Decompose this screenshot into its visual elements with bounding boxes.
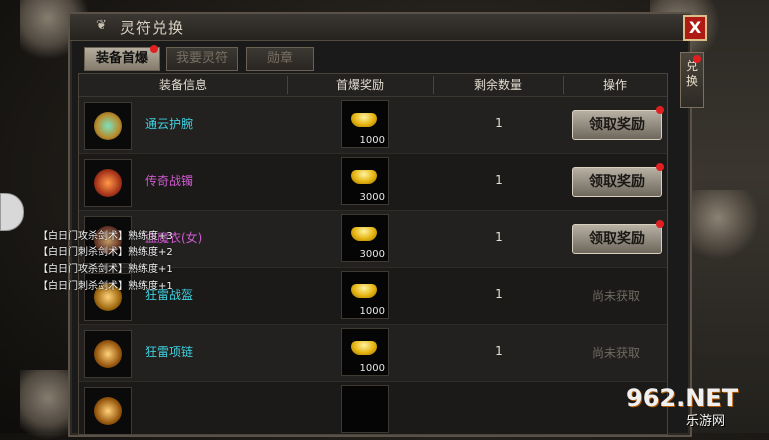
header-first-drop-reward: 首爆奖励 <box>335 78 384 92</box>
reward-amount: 3000 <box>359 249 385 260</box>
left-side-avatar-icon[interactable] <box>0 193 24 231</box>
claim-reward-button[interactable]: 领取奖励 <box>572 110 662 140</box>
site-watermark: 962.NET 乐游网 <box>626 382 766 430</box>
skill-log-line: 【白日门刺杀剑术】熟练度+2 <box>38 247 173 258</box>
bracelet-icon <box>84 159 132 207</box>
side-tab-notification-dot <box>693 55 701 63</box>
gold-ingot-icon <box>351 170 377 184</box>
tab-equip-first-drop[interactable]: 装备首爆 <box>84 47 160 71</box>
claim-notification-dot <box>656 163 664 171</box>
panel-titlebar: ❦ 灵符兑换 <box>70 14 690 41</box>
panel-title: 灵符兑换 <box>120 19 185 37</box>
remaining-count: 1 <box>495 116 503 130</box>
gold-ingot-reward: 1000 <box>341 328 389 376</box>
necklace-icon <box>84 330 132 378</box>
title-ornament-icon: ❦ <box>96 18 107 33</box>
reward-amount: 1000 <box>359 363 385 374</box>
remaining-count: 1 <box>495 173 503 187</box>
header-remaining: 剩余数量 <box>473 78 522 92</box>
table-row: 通云护腕 1000 1 领取奖励 <box>79 97 667 154</box>
gold-ingot-reward: 3000 <box>341 214 389 262</box>
gold-ingot-icon <box>351 113 377 127</box>
remaining-count: 1 <box>495 287 503 301</box>
header-action: 操作 <box>602 78 627 92</box>
watermark-subtitle: 乐游网 <box>686 414 726 429</box>
gold-ingot-icon <box>351 227 377 241</box>
remaining-count: 1 <box>495 230 503 244</box>
reward-amount: 1000 <box>359 135 385 146</box>
header-equip-info: 装备信息 <box>158 78 207 92</box>
tab-get-talisman[interactable]: 我要灵符 <box>166 47 238 71</box>
gold-ingot-reward: 3000 <box>341 157 389 205</box>
gold-ingot-reward: 1000 <box>341 100 389 148</box>
table-row <box>79 382 667 434</box>
reward-amount: 3000 <box>359 192 385 203</box>
reward-amount: 1000 <box>359 306 385 317</box>
watermark-logo: 962.NET <box>626 384 739 412</box>
item-icon <box>84 387 132 434</box>
bracer-icon <box>84 102 132 150</box>
gold-ingot-reward: 1000 <box>341 271 389 319</box>
status-not-obtained: 尚未获取 <box>591 289 640 303</box>
gold-ingot-icon <box>351 341 377 355</box>
claim-notification-dot <box>656 220 664 228</box>
table-row: 传奇战镯 3000 1 领取奖励 <box>79 154 667 211</box>
item-name: 狂雷项链 <box>145 345 194 359</box>
skill-log-line: 【白日门攻杀剑术】熟练度+3 <box>38 231 173 242</box>
item-name: 通云护腕 <box>145 117 194 131</box>
claim-reward-button[interactable]: 领取奖励 <box>572 167 662 197</box>
remaining-count: 1 <box>495 344 503 358</box>
tab-medal[interactable]: 勋章 <box>246 47 314 71</box>
table-row: 狂雷项链 1000 1 尚未获取 <box>79 325 667 382</box>
skill-log-line: 【白日门刺杀剑术】熟练度+1 <box>38 281 173 292</box>
claim-reward-button[interactable]: 领取奖励 <box>572 224 662 254</box>
skill-log-line: 【白日门攻杀剑术】熟练度+1 <box>38 264 173 275</box>
status-not-obtained: 尚未获取 <box>591 346 640 360</box>
dragon-ornament-right <box>690 190 760 260</box>
gold-ingot-icon <box>351 284 377 298</box>
close-button[interactable]: X <box>683 15 707 41</box>
tab-notification-dot <box>150 45 158 53</box>
table-header: 装备信息 首爆奖励 剩余数量 操作 <box>79 74 667 97</box>
item-name: 传奇战镯 <box>145 174 194 188</box>
claim-notification-dot <box>656 106 664 114</box>
gold-ingot-reward <box>341 385 389 433</box>
